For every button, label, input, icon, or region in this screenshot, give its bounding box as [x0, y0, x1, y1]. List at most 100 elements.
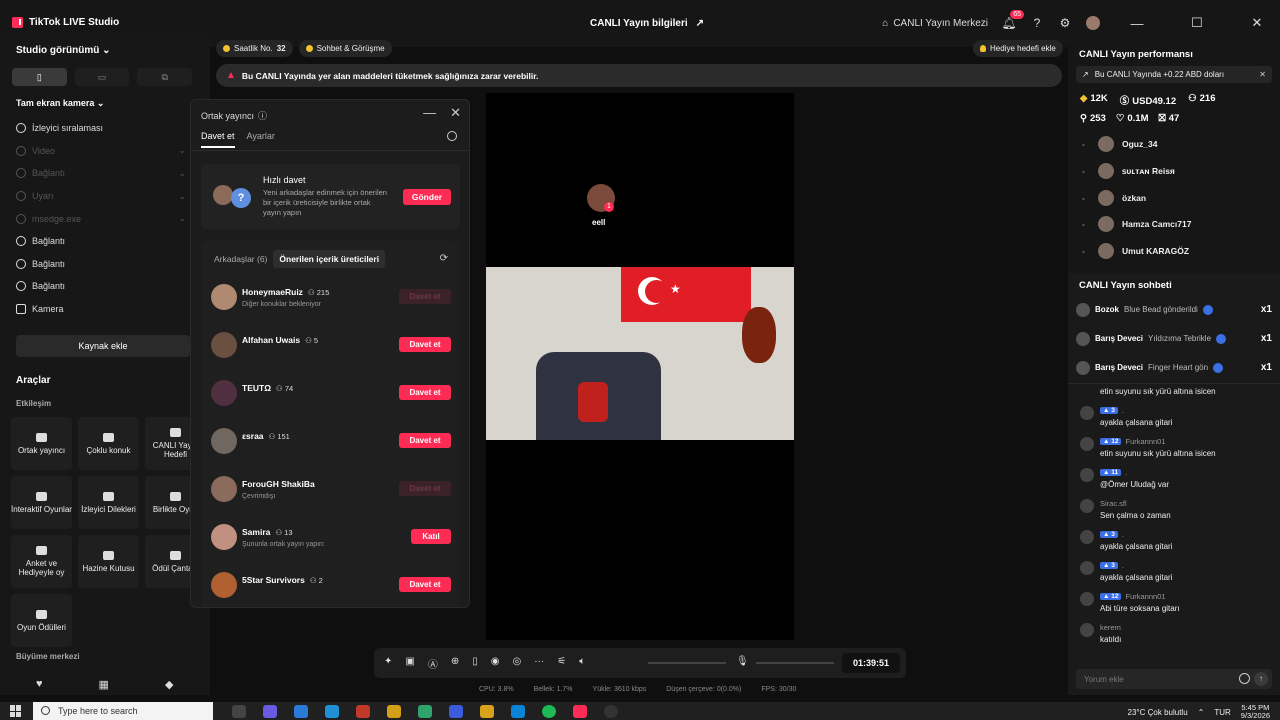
minimize-panel-icon[interactable]: — — [423, 105, 436, 121]
message-header: ▲ 3. — [1100, 559, 1272, 571]
edge-icon[interactable] — [511, 705, 525, 718]
viewer-row[interactable]: - Oguz_34 — [1082, 131, 1272, 158]
source-item[interactable]: Bağlantı ⌄ — [16, 162, 186, 185]
obs-icon[interactable] — [604, 705, 618, 718]
maximize-button[interactable]: ☐ — [1174, 15, 1220, 31]
mic-volume-slider[interactable] — [756, 662, 834, 664]
windows-start-icon[interactable] — [10, 705, 22, 717]
help-icon[interactable]: ? — [1030, 16, 1044, 30]
gift-goal-button[interactable]: Hediye hedefi ekle — [973, 40, 1063, 57]
add-source-button[interactable]: Kaynak ekle — [16, 335, 190, 357]
chevron-down-icon[interactable]: ⌄ — [178, 191, 186, 202]
dollar-icon: Ⓢ — [1119, 96, 1130, 107]
spotify-icon[interactable] — [542, 705, 556, 718]
more-icon[interactable]: ··· — [534, 656, 544, 671]
viewer-row[interactable]: - Hamza Camcı717 — [1082, 211, 1272, 238]
settings-gear-icon[interactable]: ⚙ — [1058, 16, 1072, 30]
add-source-icon[interactable]: ⊕ — [451, 656, 459, 671]
info-icon[interactable]: ⓘ — [258, 109, 267, 122]
live-center-button[interactable]: ⌂ CANLI Yayın Merkezi — [882, 18, 988, 29]
invite-button[interactable]: Davet et — [399, 337, 451, 352]
app-red-icon[interactable] — [356, 705, 370, 718]
mic-icon[interactable]: 🎙︎ — [736, 656, 749, 667]
comment-input[interactable]: Yorum ekle ↑ — [1076, 669, 1272, 689]
dual-layout-icon[interactable]: ⧉ — [137, 68, 193, 86]
tool-tile[interactable]: İzleyici Dilekleri — [78, 476, 139, 529]
ai-icon[interactable]: Ⓐ — [428, 656, 438, 671]
task-view-icon[interactable] — [232, 705, 246, 718]
speaker-icon[interactable]: 🔈︎ — [579, 656, 585, 671]
notification-bell-icon[interactable]: 🔔︎ 65 — [1001, 10, 1024, 30]
screen-icon[interactable]: ▣ — [405, 656, 414, 671]
diamond-tool-icon[interactable]: ◆ — [165, 678, 173, 691]
tool-tile[interactable]: Oyun Ödülleri — [11, 594, 72, 647]
source-item[interactable]: Uyarı ⌄ — [16, 185, 186, 208]
tiktok-studio-icon[interactable] — [573, 705, 587, 718]
mixer-icon[interactable]: ⚟ — [557, 656, 566, 671]
emoji-icon[interactable] — [1239, 673, 1250, 684]
source-item[interactable]: msedge.exe ⌄ — [16, 207, 186, 230]
send-button[interactable]: Gönder — [403, 189, 451, 205]
weather[interactable]: 23°C Çok bulutlu — [1128, 708, 1188, 717]
cohost-tabs: Davet et Ayarlar — [201, 131, 275, 148]
close-banner-icon[interactable]: ✕ — [1259, 70, 1266, 79]
gift-tool-icon[interactable]: ▦ — [99, 678, 109, 691]
search-icon[interactable] — [447, 131, 457, 141]
app-green-icon[interactable] — [418, 705, 432, 718]
user-avatar[interactable] — [1086, 16, 1100, 30]
taskbar-search-input[interactable]: Type here to search — [33, 702, 213, 720]
viewer-row[interactable]: - özkan — [1082, 184, 1272, 211]
tab-invite[interactable]: Davet et — [201, 131, 235, 148]
language-indicator[interactable]: TUR — [1214, 708, 1230, 717]
refresh-icon[interactable]: ⟳ — [440, 253, 448, 264]
heart-tool-icon[interactable]: ♥ — [36, 678, 43, 691]
invite-button[interactable]: Davet et — [399, 577, 451, 592]
minimize-button[interactable]: — — [1114, 16, 1160, 31]
clock[interactable]: 5:45 PM 9/3/2026 — [1241, 704, 1270, 720]
tool-tile[interactable]: Ortak yayıncı — [11, 417, 72, 470]
phone-icon[interactable]: ▯ — [472, 656, 478, 671]
close-window-button[interactable]: ✕ — [1234, 15, 1280, 31]
source-item[interactable]: İzleyici sıralaması — [16, 117, 186, 140]
live-info-button[interactable]: CANLI Yayın bilgileri ↗ — [590, 18, 704, 29]
record-icon[interactable]: ◉ — [491, 656, 500, 671]
app-blue-icon[interactable] — [449, 705, 463, 718]
chevron-down-icon[interactable]: ⌄ — [178, 145, 186, 156]
speaker-volume-slider[interactable] — [648, 662, 726, 664]
invite-button[interactable]: Davet et — [399, 385, 451, 400]
store-icon[interactable] — [294, 705, 308, 718]
scene-dropdown[interactable]: Tam ekran kamera ⌄ — [16, 98, 104, 109]
effects-icon[interactable]: ✦ — [384, 656, 392, 671]
source-item[interactable]: Bağlantı — [16, 253, 186, 276]
tool-tile[interactable]: Hazine Kutusu — [78, 535, 139, 588]
studio-view-dropdown[interactable]: Studio görünümü ⌄ — [16, 45, 111, 56]
chevron-down-icon[interactable]: ⌄ — [178, 168, 186, 179]
source-item[interactable]: Kamera — [16, 298, 186, 321]
tool-tile[interactable]: İnteraktif Oyunlar — [11, 476, 72, 529]
join-button[interactable]: Katıl — [411, 529, 451, 544]
source-item[interactable]: Bağlantı — [16, 230, 186, 253]
folder-icon[interactable] — [480, 705, 494, 718]
copilot-icon[interactable] — [263, 705, 277, 718]
tab-friends[interactable]: Arkadaşlar (6) — [214, 254, 267, 264]
source-item[interactable]: Video ⌄ — [16, 140, 186, 163]
tool-tile[interactable]: Çoklu konuk — [78, 417, 139, 470]
chat-call-chip[interactable]: Sohbet & Görüşme — [298, 40, 392, 57]
browser-icon[interactable] — [325, 705, 339, 718]
close-panel-icon[interactable]: ✕ — [450, 105, 461, 121]
hourly-rank-chip[interactable]: Saatlik No. 32 — [216, 40, 293, 57]
tab-suggested-creators[interactable]: Önerilen içerik üreticileri — [273, 250, 386, 268]
chevron-down-icon[interactable]: ⌄ — [178, 213, 186, 224]
invite-button[interactable]: Davet et — [399, 433, 451, 448]
file-explorer-icon[interactable] — [387, 705, 401, 718]
tab-settings[interactable]: Ayarlar — [247, 131, 275, 148]
send-arrow-icon[interactable]: ↑ — [1254, 672, 1268, 686]
landscape-layout-icon[interactable]: ▭ — [74, 68, 130, 86]
tool-tile[interactable]: Anket ve Hediyeyle oy — [11, 535, 72, 588]
viewer-row[interactable]: - Umut KARAGÖZ — [1082, 238, 1272, 263]
source-item[interactable]: Bağlantı — [16, 275, 186, 298]
tray-chevron-icon[interactable]: ⌃ — [1198, 708, 1205, 717]
capture-icon[interactable]: ◎ — [512, 656, 521, 671]
portrait-layout-icon[interactable]: ▯ — [12, 68, 67, 86]
viewer-row[interactable]: - ꜱᴜʟᴛᴀɴ Reisᴙ — [1082, 158, 1272, 185]
